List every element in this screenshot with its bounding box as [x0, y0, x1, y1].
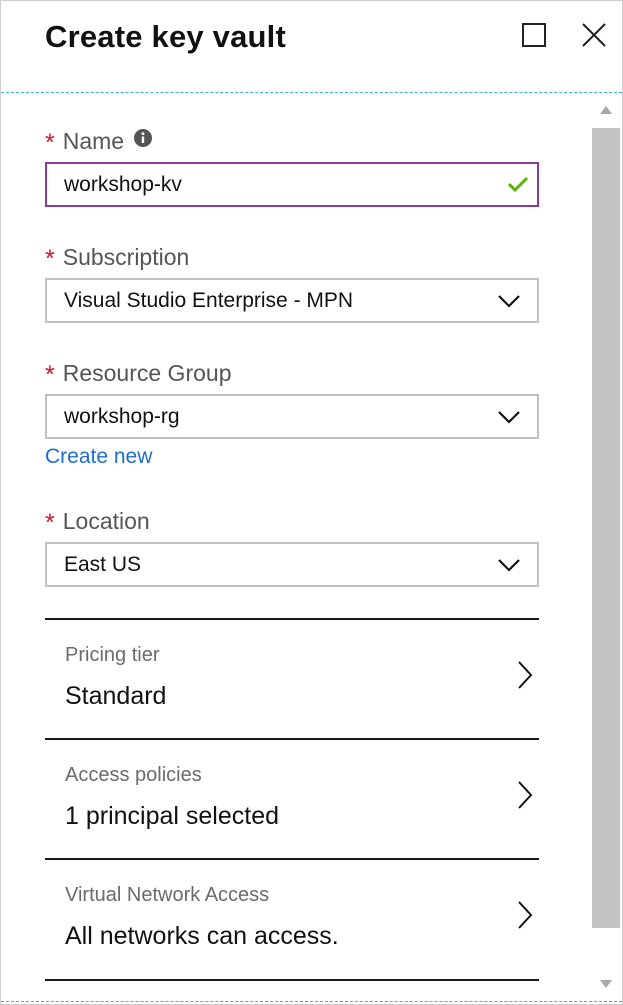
chevron-down-icon [498, 295, 520, 308]
location-select[interactable]: East US [45, 542, 539, 587]
name-input-value: workshop-kv [64, 173, 182, 196]
required-marker: * [45, 129, 55, 157]
nav-item-label: Pricing tier [65, 644, 160, 666]
nav-item-value: 1 principal selected [65, 802, 280, 830]
nav-item-label: Access policies [65, 764, 202, 786]
section-divider [45, 979, 539, 981]
subscription-label: * Subscription [45, 243, 190, 273]
page-title: Create key vault [45, 19, 286, 54]
resource-group-label: * Resource Group [45, 359, 232, 389]
pricing-tier-item[interactable]: Pricing tier Standard [45, 618, 539, 738]
chevron-down-icon [498, 559, 520, 572]
close-button[interactable] [580, 21, 608, 49]
resource-group-select[interactable]: workshop-rg [45, 394, 539, 439]
required-marker: * [45, 509, 55, 537]
blade-header: Create key vault [1, 1, 622, 93]
check-icon [507, 176, 529, 193]
subscription-select-value: Visual Studio Enterprise - MPN [64, 289, 354, 312]
required-marker: * [45, 361, 55, 389]
resource-group-label-text: Resource Group [62, 360, 232, 386]
location-label: * Location [45, 507, 150, 537]
subscription-select[interactable]: Visual Studio Enterprise - MPN [45, 278, 539, 323]
required-marker: * [45, 245, 55, 273]
blade-content: * Name workshop-kv * Subscription Visual S… [1, 93, 589, 1001]
close-icon [582, 23, 606, 47]
name-label: * Name [45, 127, 153, 157]
nav-item-value: All networks can access. [65, 922, 339, 950]
location-select-value: East US [64, 553, 142, 576]
chevron-down-icon [498, 411, 520, 424]
chevron-right-icon [518, 661, 533, 689]
access-policies-item[interactable]: Access policies 1 principal selected [45, 738, 539, 858]
scroll-thumb[interactable] [592, 128, 620, 928]
maximize-button[interactable] [520, 21, 548, 49]
create-key-vault-blade: Create key vault * Name workshop-kv * Su… [0, 0, 623, 1005]
location-label-text: Location [62, 508, 150, 534]
maximize-icon [522, 23, 546, 47]
name-input[interactable]: workshop-kv [45, 162, 539, 207]
nav-item-label: Virtual Network Access [65, 884, 270, 906]
virtual-network-access-item[interactable]: Virtual Network Access All networks can … [45, 858, 539, 978]
scroll-up-arrow-icon[interactable] [600, 106, 612, 114]
chevron-right-icon [518, 781, 533, 809]
create-new-resource-group-link[interactable]: Create new [45, 445, 152, 469]
footer-divider [1, 1001, 622, 1002]
subscription-label-text: Subscription [62, 244, 190, 270]
chevron-right-icon [518, 901, 533, 929]
info-icon[interactable] [133, 127, 153, 154]
scroll-down-arrow-icon[interactable] [600, 980, 612, 988]
name-label-text: Name [62, 128, 125, 154]
nav-item-value: Standard [65, 682, 167, 710]
vertical-scrollbar[interactable] [589, 93, 622, 1001]
resource-group-select-value: workshop-rg [64, 405, 180, 428]
